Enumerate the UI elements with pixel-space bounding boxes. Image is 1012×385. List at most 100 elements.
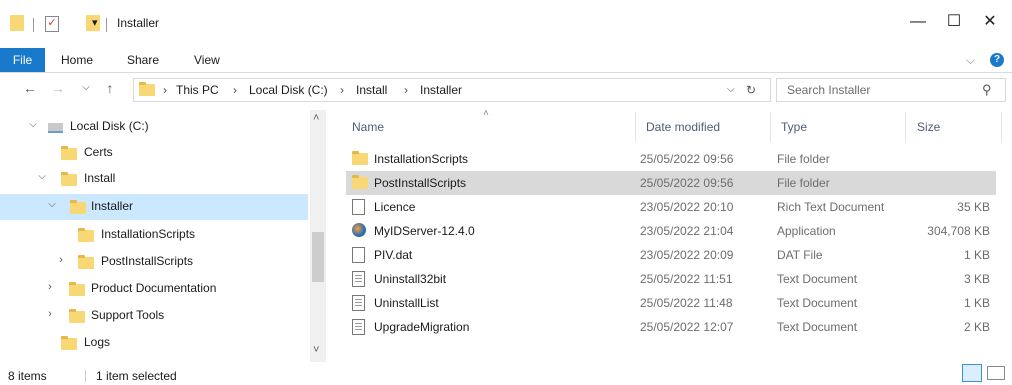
tree-item-local-disk[interactable]: ⌵ Local Disk (C:)	[0, 114, 308, 140]
scroll-down-icon[interactable]: ˅	[313, 344, 319, 356]
tree-item-postinstallscripts[interactable]: › PostInstallScripts	[0, 249, 308, 275]
tree-item-install[interactable]: ⌵ Install	[0, 166, 308, 192]
file-row[interactable]: UninstallList 25/05/2022 11:48 Text Docu…	[346, 291, 996, 315]
help-icon[interactable]: ?	[990, 53, 1004, 67]
file-row[interactable]: InstallationScripts 25/05/2022 09:56 Fil…	[346, 147, 996, 171]
file-name: UpgradeMigration	[374, 320, 470, 334]
tree-item-installationscripts[interactable]: InstallationScripts	[0, 222, 308, 248]
column-header-date[interactable]: Date modified	[646, 116, 720, 138]
breadcrumb-separator: ›	[404, 83, 408, 97]
drive-icon	[48, 123, 63, 133]
text-doc-icon	[352, 319, 365, 335]
file-row[interactable]: Licence 23/05/2022 20:10 Rich Text Docum…	[346, 195, 996, 219]
selection-count: 1 item selected	[96, 369, 177, 383]
file-row-selected[interactable]: PostInstallScripts 25/05/2022 09:56 File…	[346, 171, 996, 195]
maximize-button[interactable]: ☐	[944, 12, 964, 32]
window-title: Installer	[117, 16, 160, 30]
file-size: 1 KB	[963, 296, 990, 310]
minimize-button[interactable]: —	[908, 12, 928, 32]
collapse-icon[interactable]: ⌵	[37, 171, 47, 182]
column-separator[interactable]	[905, 112, 906, 142]
rtf-icon	[352, 199, 365, 215]
nav-scrollbar-thumb[interactable]	[312, 232, 324, 282]
search-icon[interactable]: ⚲	[982, 82, 992, 98]
collapse-icon[interactable]: ⌵	[28, 119, 38, 130]
address-folder-icon	[139, 82, 155, 96]
up-button[interactable]: ↑	[102, 80, 118, 96]
recent-locations-button[interactable]: ⌵	[78, 80, 94, 96]
title-bar: ✓ ▾ Installer — ☐ ✕	[0, 0, 1012, 48]
file-size: 3 KB	[963, 272, 990, 286]
tree-item-certs[interactable]: Certs	[0, 140, 308, 166]
refresh-icon[interactable]: ↻	[746, 79, 756, 101]
column-header-size[interactable]: Size	[917, 116, 940, 138]
window-folder-icon	[10, 15, 24, 31]
app-icon	[352, 223, 366, 237]
forward-button[interactable]: →	[50, 80, 66, 96]
title-separator	[106, 18, 107, 32]
breadcrumb-this-pc[interactable]: This PC	[176, 79, 219, 101]
column-header-name[interactable]: Name	[352, 116, 384, 138]
address-dropdown-icon[interactable]: ⌵	[727, 79, 735, 101]
tree-item-label: Installer	[91, 199, 134, 213]
file-date: 25/05/2022 11:48	[640, 296, 733, 310]
file-date: 25/05/2022 09:56	[640, 152, 734, 166]
back-button[interactable]: ←	[22, 80, 38, 96]
tree-item-label: PostInstallScripts	[101, 254, 194, 268]
file-row[interactable]: MyIDServer-12.4.0 23/05/2022 21:04 Appli…	[346, 219, 996, 243]
column-separator[interactable]	[770, 112, 771, 142]
large-icons-view-icon[interactable]	[987, 366, 1005, 380]
file-row[interactable]: PIV.dat 23/05/2022 20:09 DAT File 1 KB	[346, 243, 996, 267]
ribbon-collapse-icon[interactable]: ⌵	[966, 48, 975, 72]
tab-view[interactable]: View	[194, 48, 220, 72]
file-type: DAT File	[777, 248, 823, 262]
ribbon-divider	[0, 72, 1012, 73]
breadcrumb-installer[interactable]: Installer	[420, 79, 462, 101]
address-bar[interactable]: › This PC › Local Disk (C:) › Install › …	[133, 78, 771, 102]
column-header-type[interactable]: Type	[781, 116, 807, 138]
scroll-up-icon[interactable]: ˄	[313, 112, 319, 124]
search-box[interactable]: Search Installer ⚲	[776, 78, 1006, 102]
file-type: Text Document	[777, 296, 858, 310]
tree-item-logs[interactable]: Logs	[0, 330, 308, 356]
details-view-icon[interactable]	[962, 364, 982, 382]
tab-file[interactable]: File	[0, 48, 45, 72]
search-input[interactable]: Search Installer	[787, 83, 870, 97]
file-row[interactable]: Uninstall32bit 25/05/2022 11:51 Text Doc…	[346, 267, 996, 291]
properties-icon[interactable]: ✓	[45, 16, 59, 32]
file-size: 304,708 KB	[927, 224, 990, 238]
column-separator[interactable]	[635, 112, 636, 142]
tree-item-support-tools[interactable]: › Support Tools	[0, 303, 308, 329]
folder-icon	[352, 175, 368, 189]
file-date: 23/05/2022 20:09	[640, 248, 734, 262]
file-row[interactable]: UpgradeMigration 25/05/2022 12:07 Text D…	[346, 315, 996, 339]
tree-item-label: Install	[84, 171, 116, 185]
dat-icon	[352, 247, 365, 263]
file-type: File folder	[777, 152, 830, 166]
tree-item-label: Product Documentation	[91, 281, 217, 295]
tree-item-installer[interactable]: ⌵ Installer	[0, 194, 308, 220]
close-button[interactable]: ✕	[980, 12, 1000, 32]
file-date: 25/05/2022 09:56	[640, 176, 734, 190]
folder-icon	[69, 309, 85, 323]
file-name: PostInstallScripts	[374, 176, 467, 190]
expand-icon[interactable]: ›	[56, 254, 66, 266]
expand-icon[interactable]: ›	[45, 281, 55, 293]
tree-item-product-documentation[interactable]: › Product Documentation	[0, 276, 308, 302]
file-date: 25/05/2022 11:51	[640, 272, 733, 286]
quick-access-dropdown-icon[interactable]: ▾	[92, 16, 98, 29]
breadcrumb-local-disk[interactable]: Local Disk (C:)	[249, 79, 328, 101]
expand-icon[interactable]: ›	[45, 308, 55, 320]
file-name: PIV.dat	[374, 248, 413, 262]
status-bar: 8 items 1 item selected	[0, 362, 1012, 385]
tab-share[interactable]: Share	[127, 48, 159, 72]
folder-icon	[69, 282, 85, 296]
collapse-icon[interactable]: ⌵	[47, 199, 57, 210]
file-size: 1 KB	[963, 248, 990, 262]
file-date: 23/05/2022 21:04	[640, 224, 734, 238]
column-separator[interactable]	[1001, 112, 1002, 142]
file-size: 35 KB	[957, 200, 990, 214]
tab-home[interactable]: Home	[61, 48, 93, 72]
breadcrumb-install[interactable]: Install	[356, 79, 387, 101]
folder-icon	[352, 151, 368, 165]
